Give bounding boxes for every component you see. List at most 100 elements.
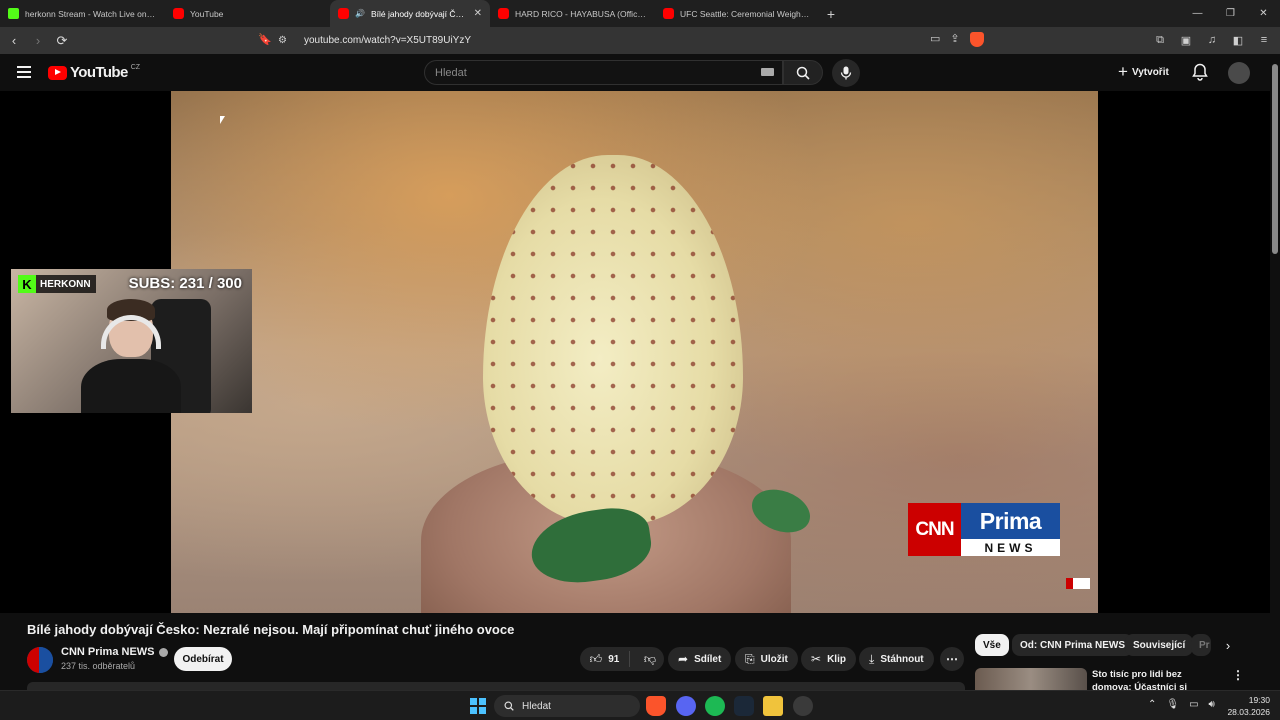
- browser-tab[interactable]: YouTube: [165, 0, 330, 27]
- forward-icon[interactable]: ›: [28, 31, 48, 51]
- new-tab-button[interactable]: +: [820, 0, 842, 27]
- channel-avatar[interactable]: [27, 647, 53, 673]
- chip-more[interactable]: Pr: [1191, 634, 1211, 656]
- prima-block: Prima NEWS: [961, 503, 1060, 556]
- description-box[interactable]: [27, 682, 965, 690]
- save-button[interactable]: ⎘ Uložit: [735, 647, 798, 671]
- thumbs-down-icon: 👎︎: [643, 651, 657, 666]
- subscriber-count: 237 tis. odběratelů: [61, 661, 136, 671]
- tab-title: UFC Seattle: Ceremonial Weigh-In - Y: [680, 8, 812, 19]
- menu-icon[interactable]: ≡: [1256, 31, 1272, 49]
- voice-search-button[interactable]: [832, 59, 860, 87]
- recommended-video-title[interactable]: Sto tisíc pro lidi bez domova: Účastníci…: [1092, 668, 1220, 690]
- recommended-video-thumbnail[interactable]: [975, 668, 1087, 690]
- chevron-up-icon[interactable]: ⌃: [1148, 699, 1156, 710]
- discord-icon[interactable]: [676, 696, 696, 716]
- scrollbar-thumb[interactable]: [1272, 64, 1278, 254]
- youtube-header: YouTube CZ Hledat + Vytvořit: [0, 54, 1270, 91]
- kick-badge: K HERKONN: [18, 275, 96, 293]
- reload-icon[interactable]: ⟳: [52, 31, 72, 51]
- create-button[interactable]: + Vytvořit: [1118, 62, 1169, 82]
- like-button[interactable]: 👍︎ 91: [580, 651, 630, 667]
- white-strawberry-image: [483, 155, 743, 525]
- download-button[interactable]: ⤓ Stáhnout: [859, 647, 934, 671]
- window-controls: — ❐ ✕: [1181, 0, 1280, 27]
- browser-tab[interactable]: herkonn Stream - Watch Live on Kick: [0, 0, 165, 27]
- wallet-icon[interactable]: ▣: [1178, 31, 1194, 49]
- windows-start-icon[interactable]: [470, 698, 486, 714]
- plus-icon: +: [1118, 62, 1128, 81]
- notifications-bell-icon[interactable]: [1192, 63, 1208, 81]
- youtube-icon: [173, 8, 184, 19]
- prima-logo-text: Prima: [961, 503, 1060, 539]
- cast-icon[interactable]: ▭: [930, 32, 940, 47]
- volume-icon[interactable]: 🔊︎: [1209, 699, 1215, 710]
- chip-all[interactable]: Vše: [975, 634, 1009, 656]
- clock-time: 19:30: [1248, 695, 1270, 705]
- back-icon[interactable]: ‹: [4, 31, 24, 51]
- keyboard-icon[interactable]: [761, 68, 774, 76]
- mouse-cursor-icon: [220, 116, 225, 124]
- browser-tab[interactable]: UFC Seattle: Ceremonial Weigh-In - Y: [655, 0, 820, 27]
- extensions-icon[interactable]: ⧉: [1152, 31, 1168, 49]
- more-actions-button[interactable]: ⋯: [940, 647, 964, 671]
- browser-tab-active[interactable]: 🔊 Bílé jahody dobývají Česko: N ✕: [330, 0, 490, 27]
- chip-related[interactable]: Související: [1125, 634, 1194, 656]
- microphone-icon: [840, 66, 852, 80]
- channel-watermark-icon[interactable]: [1066, 578, 1090, 589]
- kick-icon: K: [18, 275, 36, 293]
- youtube-icon: [338, 8, 349, 19]
- taskbar-search[interactable]: Hledat: [494, 695, 640, 717]
- hamburger-menu-icon[interactable]: [17, 66, 31, 78]
- brave-browser-icon[interactable]: [646, 696, 666, 716]
- tab-title: HARD RICO - HAYABUSA (Official Vid: [515, 8, 647, 19]
- spotify-icon[interactable]: [705, 696, 725, 716]
- clip-label: Klip: [827, 653, 846, 665]
- restore-button[interactable]: ❐: [1214, 0, 1247, 27]
- channel-name-link[interactable]: CNN Prima NEWS: [61, 646, 168, 658]
- chip-from-channel[interactable]: Od: CNN Prima NEWS: [1012, 634, 1134, 656]
- network-icon[interactable]: ▭: [1189, 699, 1198, 710]
- site-settings-icon[interactable]: ⚙: [278, 35, 294, 46]
- dislike-button[interactable]: 👎︎: [636, 652, 664, 667]
- search-icon: [796, 66, 810, 80]
- cnn-prima-news-logo: CNN Prima NEWS: [908, 503, 1060, 556]
- search-icon: [504, 701, 514, 711]
- browser-tab[interactable]: HARD RICO - HAYABUSA (Official Vid: [490, 0, 655, 27]
- news-logo-text: NEWS: [961, 539, 1060, 556]
- search-button[interactable]: [783, 60, 823, 85]
- video-title: Bílé jahody dobývají Česko: Nezralé nejs…: [27, 622, 515, 637]
- save-bookmark-icon: ⎘: [745, 651, 755, 666]
- close-tab-icon[interactable]: ✕: [474, 8, 482, 19]
- tab-title: YouTube: [190, 8, 224, 19]
- minimize-button[interactable]: —: [1181, 0, 1214, 27]
- speaker-icon[interactable]: 🔊: [355, 9, 365, 18]
- toolbar-right: ⧉ ▣ ♫ ◧ ≡: [1152, 31, 1272, 49]
- subscribe-button[interactable]: Odebírat: [174, 647, 232, 671]
- account-avatar[interactable]: [1228, 62, 1250, 84]
- share-page-icon[interactable]: ⇪: [950, 32, 959, 47]
- steam-icon[interactable]: [734, 696, 754, 716]
- settings-app-icon[interactable]: [793, 696, 813, 716]
- url-field[interactable]: ⚙ youtube.com/watch?v=X5UT89UiYzY: [278, 30, 998, 51]
- page-scrollbar[interactable]: [1270, 54, 1280, 684]
- screen: herkonn Stream - Watch Live on Kick YouT…: [0, 0, 1280, 720]
- close-window-button[interactable]: ✕: [1247, 0, 1280, 27]
- sidebar-icon[interactable]: ◧: [1230, 31, 1246, 49]
- bookmark-icon[interactable]: 🔖: [258, 33, 272, 46]
- video-frame[interactable]: CNN Prima NEWS: [171, 91, 1098, 613]
- clock[interactable]: 19:30 28.03.2026: [1226, 694, 1270, 718]
- youtube-logo[interactable]: YouTube CZ: [48, 64, 140, 81]
- clip-button[interactable]: ✂ Klip: [801, 647, 856, 671]
- search-input[interactable]: Hledat: [424, 60, 783, 85]
- youtube-icon: [498, 8, 509, 19]
- media-icon[interactable]: ♫: [1204, 31, 1220, 49]
- youtube-wordmark: YouTube: [70, 64, 128, 81]
- kebab-menu-icon[interactable]: ⋮: [1232, 668, 1244, 682]
- chevron-right-icon[interactable]: ›: [1219, 636, 1237, 654]
- file-explorer-icon[interactable]: [763, 696, 783, 716]
- brave-shields-icon[interactable]: [969, 32, 984, 47]
- microphone-tray-icon[interactable]: 🎙︎: [1166, 699, 1179, 710]
- share-button[interactable]: ➦ Sdílet: [668, 647, 732, 671]
- cnn-logo-text: CNN: [908, 503, 961, 556]
